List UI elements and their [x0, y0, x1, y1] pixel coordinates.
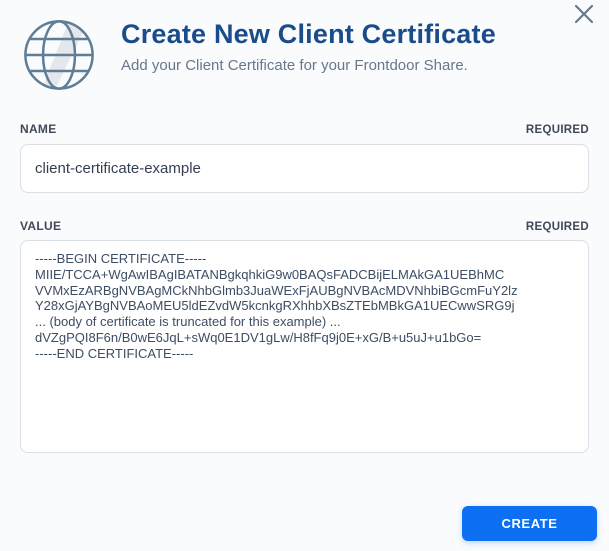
name-label-row: NAME REQUIRED — [20, 122, 589, 136]
value-label-row: VALUE REQUIRED — [20, 219, 589, 233]
value-required-badge: REQUIRED — [525, 221, 589, 233]
name-label: NAME — [20, 122, 57, 136]
close-icon — [574, 4, 594, 24]
value-textarea[interactable]: -----BEGIN CERTIFICATE----- MIIE/TCCA+Wg… — [20, 240, 589, 453]
create-client-certificate-modal: Create New Client Certificate Add your C… — [0, 0, 609, 551]
value-label: VALUE — [20, 219, 62, 233]
page-title: Create New Client Certificate — [121, 19, 496, 49]
globe-icon — [24, 20, 94, 90]
modal-header: Create New Client Certificate Add your C… — [20, 0, 594, 97]
modal-footer: CREATE — [462, 506, 597, 541]
create-button[interactable]: CREATE — [462, 506, 597, 541]
name-required-badge: REQUIRED — [525, 124, 589, 136]
header-text: Create New Client Certificate Add your C… — [121, 13, 496, 74]
close-button[interactable] — [567, 0, 601, 31]
page-subtitle: Add your Client Certificate for your Fro… — [121, 56, 468, 74]
name-input[interactable] — [20, 144, 589, 193]
